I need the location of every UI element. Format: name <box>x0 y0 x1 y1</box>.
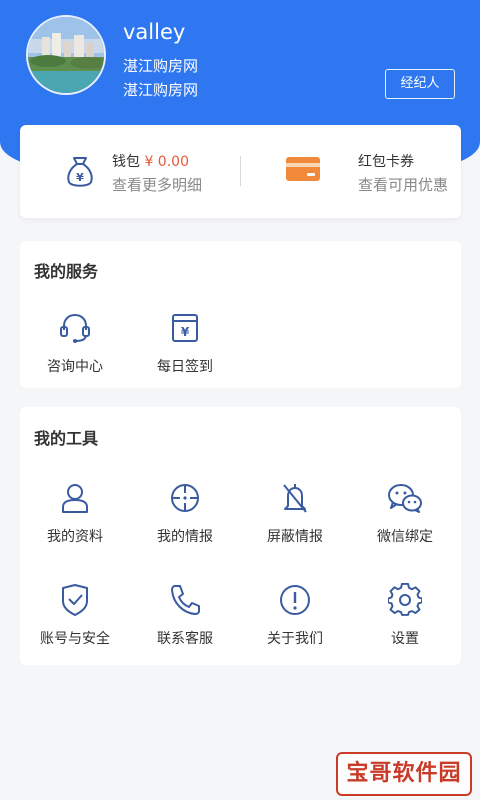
tool-my-profile[interactable]: 我的资料 <box>20 481 130 546</box>
username: valley <box>123 20 186 44</box>
wallet-subtitle: 查看更多明细 <box>112 176 203 194</box>
tool-my-intel[interactable]: 我的情报 <box>130 481 240 546</box>
wallet-amount: ¥ 0.00 <box>144 154 189 170</box>
info-icon <box>280 585 310 615</box>
tool-label: 联系客服 <box>157 631 213 647</box>
wallet-label-line: 钱包 ¥ 0.00 <box>112 151 189 171</box>
tools-title: 我的工具 <box>34 429 99 448</box>
wechat-icon <box>388 484 422 513</box>
tool-account-security[interactable]: 账号与安全 <box>20 583 130 648</box>
profile-subtitle-secondary: 湛江购房网 <box>123 81 199 99</box>
tool-label: 我的资料 <box>47 529 103 545</box>
coupon-card-icon <box>286 157 320 181</box>
tool-label: 我的情报 <box>157 529 213 545</box>
watermark-logo: 宝哥软件园 <box>336 752 472 796</box>
avatar[interactable] <box>26 15 106 95</box>
tool-wechat-bind[interactable]: 微信绑定 <box>350 481 460 546</box>
shield-check-icon <box>62 584 88 616</box>
services-title: 我的服务 <box>34 262 99 281</box>
services-section: 我的服务 咨询中心 ¥ 每日签到 <box>20 241 461 388</box>
phone-icon <box>171 585 200 615</box>
service-label: 咨询中心 <box>47 359 103 375</box>
wallet-card: ¥ 钱包 ¥ 0.00 查看更多明细 红包卡券 查看可用优惠 <box>20 125 461 218</box>
headset-icon <box>60 313 90 343</box>
service-consult-center[interactable]: 咨询中心 <box>20 311 130 376</box>
tool-block-intel[interactable]: 屏蔽情报 <box>240 481 350 546</box>
tool-label: 账号与安全 <box>40 631 110 647</box>
user-icon <box>62 484 88 513</box>
tool-contact-support[interactable]: 联系客服 <box>130 583 240 648</box>
agent-button[interactable]: 经纪人 <box>385 69 455 99</box>
wallet-label: 钱包 <box>112 154 140 170</box>
coupon-subtitle: 查看可用优惠 <box>358 176 449 194</box>
tool-label: 屏蔽情报 <box>267 529 323 545</box>
crosshair-icon <box>171 484 199 512</box>
service-label: 每日签到 <box>157 359 213 375</box>
gear-icon <box>388 583 422 616</box>
avatar-image <box>28 17 104 93</box>
bell-off-icon <box>283 484 307 513</box>
calendar-yuan-icon: ¥ <box>172 314 198 342</box>
svg-text:¥: ¥ <box>76 171 84 184</box>
tool-label: 微信绑定 <box>377 529 433 545</box>
tool-settings[interactable]: 设置 <box>350 583 460 648</box>
coupon-label: 红包卡券 <box>358 154 414 170</box>
service-daily-checkin[interactable]: ¥ 每日签到 <box>130 311 240 376</box>
tools-section: 我的工具 我的资料 我的情报 屏蔽情报 微信绑定 账号与安全 联系客服 关于我们… <box>20 407 461 665</box>
tool-about-us[interactable]: 关于我们 <box>240 583 350 648</box>
profile-subtitle: 湛江购房网 <box>123 57 199 75</box>
svg-text:¥: ¥ <box>181 325 190 339</box>
tool-label: 关于我们 <box>267 631 323 647</box>
money-bag-icon: ¥ <box>67 157 93 187</box>
tool-label: 设置 <box>391 631 419 647</box>
divider <box>240 156 241 186</box>
